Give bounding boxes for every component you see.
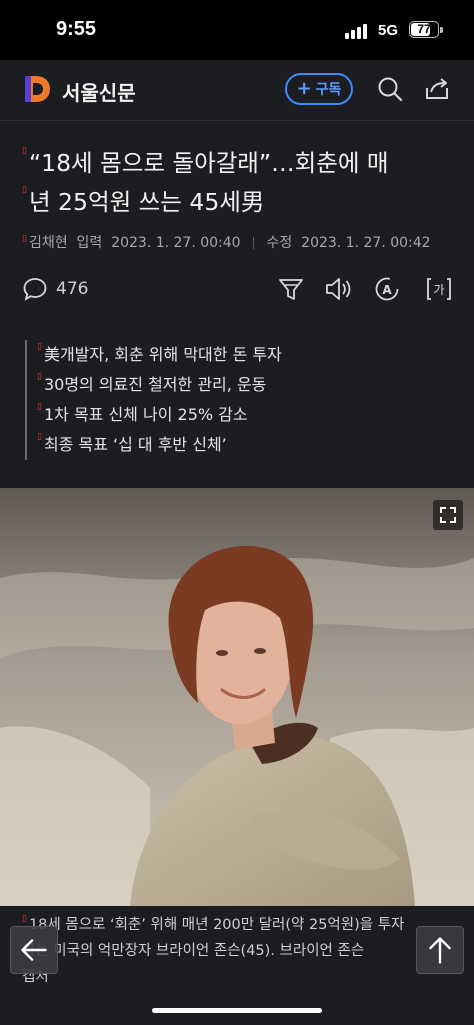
scroll-top-icon[interactable] xyxy=(416,926,464,974)
signal-icon xyxy=(345,24,367,39)
title-line-1: “18세 몸으로 돌아갈래”…회춘에 매 xyxy=(28,149,389,177)
filter-icon[interactable] xyxy=(276,274,306,304)
meta-divider xyxy=(253,237,255,249)
title-line-2: 년 25억원 쓰는 45세男 xyxy=(28,188,265,216)
comment-icon xyxy=(23,278,47,301)
article-meta: ▯ 김채현 입력 2023. 1. 27. 00:40 수정 2023. 1. 2… xyxy=(22,232,431,252)
app-header: 서울신문 + 구독 xyxy=(0,60,474,121)
font-size-icon[interactable]: A xyxy=(372,274,402,304)
audio-icon[interactable] xyxy=(323,274,353,304)
home-indicator[interactable] xyxy=(152,1008,322,1013)
caption-line-2: 하는 미국의 억만장자 브라이언 존슨(45). 브라이언 존슨 xyxy=(22,943,365,959)
summary-text: 美개발자, 회춘 위해 막대한 돈 투자 xyxy=(43,345,282,364)
caption-marker-icon: ▯ xyxy=(22,914,27,924)
translate-icon[interactable]: 가 xyxy=(424,274,454,304)
svg-text:A: A xyxy=(382,283,392,297)
back-arrow-icon[interactable] xyxy=(10,926,58,974)
summary-marker-icon: ▯ xyxy=(37,432,42,442)
svg-text:가: 가 xyxy=(433,283,444,297)
summary-item: ▯ 30명의 의료진 철저한 관리, 운동 xyxy=(37,370,282,400)
fullscreen-icon[interactable] xyxy=(433,500,463,530)
summary-marker-icon: ▯ xyxy=(37,372,42,382)
summary-item: ▯ 최종 목표 ‘십 대 후반 신체’ xyxy=(37,430,282,460)
battery-tip xyxy=(440,27,443,33)
edit-label: 수정 xyxy=(266,235,293,251)
input-date: 2023. 1. 27. 00:40 xyxy=(111,235,241,251)
summary-marker-icon: ▯ xyxy=(37,342,42,352)
article-photo[interactable] xyxy=(0,488,474,906)
subscribe-label: 구독 xyxy=(315,82,342,98)
summary-item: ▯ 1차 목표 신체 나이 25% 감소 xyxy=(37,400,282,430)
share-icon[interactable] xyxy=(422,74,452,104)
summary-text: 1차 목표 신체 나이 25% 감소 xyxy=(43,405,248,424)
article-toolbar: 476 A 가 xyxy=(0,270,474,310)
comment-button[interactable]: 476 xyxy=(22,276,88,302)
network-type: 5G xyxy=(378,22,399,39)
summary-text: 30명의 의료진 철저한 관리, 운동 xyxy=(43,375,267,394)
edit-date: 2023. 1. 27. 00:42 xyxy=(301,235,431,251)
article-title: ▯“18세 몸으로 돌아갈래”…회춘에 매 ▯년 25억원 쓰는 45세男 xyxy=(22,144,452,222)
brand-name[interactable]: 서울신문 xyxy=(62,77,136,106)
author-name[interactable]: 김채현 xyxy=(29,235,68,251)
battery-level: 77 xyxy=(417,22,431,36)
battery-icon: 77 xyxy=(409,21,439,38)
logo-icon[interactable] xyxy=(22,74,52,104)
article-summary: ▯ 美개발자, 회춘 위해 막대한 돈 투자 ▯ 30명의 의료진 철저한 관리, … xyxy=(25,340,282,460)
meta-marker-icon: ▯ xyxy=(22,234,27,244)
summary-text: 최종 목표 ‘십 대 후반 신체’ xyxy=(43,435,227,454)
summary-item: ▯ 美개발자, 회춘 위해 막대한 돈 투자 xyxy=(37,340,282,370)
caption-line-1: 18세 몸으로 ‘회춘’ 위해 매년 200만 달러(약 25억원)을 투자 xyxy=(28,917,405,933)
status-bar: 9:55 5G 77 xyxy=(0,0,474,60)
plus-icon: + xyxy=(296,78,312,99)
subscribe-button[interactable]: + 구독 xyxy=(285,73,353,105)
input-label: 입력 xyxy=(76,235,103,251)
title-marker-icon: ▯ xyxy=(22,185,27,195)
summary-marker-icon: ▯ xyxy=(37,402,42,412)
title-marker-icon: ▯ xyxy=(22,146,27,156)
search-icon[interactable] xyxy=(375,74,405,104)
photo-caption: ▯ 18세 몸으로 ‘회춘’ 위해 매년 200만 달러(약 25억원)을 투자 … xyxy=(22,912,452,990)
status-time: 9:55 xyxy=(56,18,97,40)
comment-count: 476 xyxy=(56,279,89,299)
